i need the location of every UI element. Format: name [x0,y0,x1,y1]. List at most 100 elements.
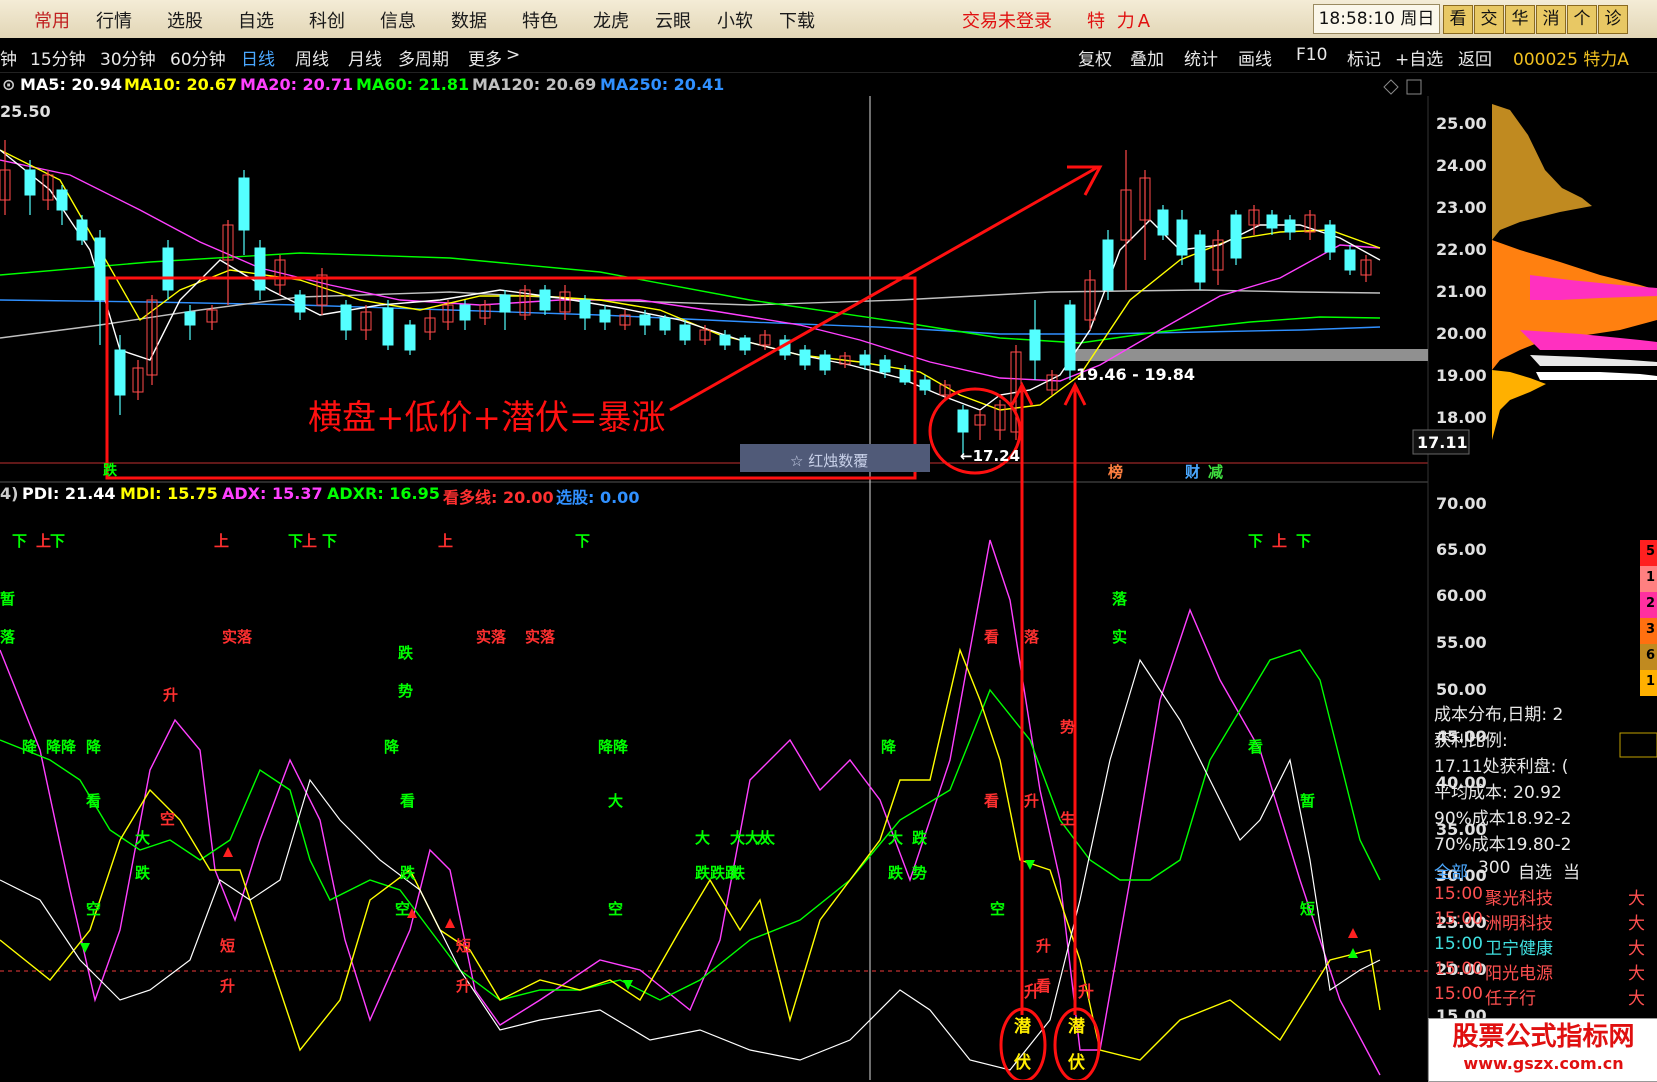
candle-body [639,314,651,326]
candle-body [679,324,691,341]
qianfu-label-1-top: 潜 [1014,1017,1031,1037]
signal-char: 跌 [888,864,904,882]
candle-body [1284,219,1296,233]
price-tick: 21.00 [1436,282,1487,301]
signal-char: 跌 [135,864,151,882]
price-tick: 25.00 [1436,114,1487,133]
signal-char: 降 [384,738,400,756]
signal-char: 降降 [46,738,77,756]
signal-char: 升 [456,977,472,995]
legend-value: 1 [1646,570,1656,585]
signal-char: 下 [50,532,66,550]
signal-char: 跌 [398,644,414,662]
mdi-line [0,649,1381,1001]
candle-body [957,409,969,433]
ma250-label: MA250: 20.41 [600,75,725,94]
stock-name[interactable]: 聚光科技 [1485,884,1553,909]
signal-char: 升 [1024,792,1040,810]
signal-char: 大 [755,829,771,847]
signal-char: 看 [1248,738,1264,756]
signal-char: 下 [1296,532,1312,550]
ma20-line [0,159,1381,382]
qianfu-label-2-top: 潜 [1068,1017,1085,1037]
candle-body [1176,219,1188,256]
signal-char: 大 [888,829,904,847]
xg-label: 选股: 0.00 [556,488,640,507]
stock-flag: 大 [1628,964,1645,984]
candle-body [76,219,88,241]
legend-value: 2 [1646,596,1656,611]
signal-char: 生 [1060,810,1076,828]
signal-char: 升 [163,686,179,704]
signal-char: 大 [135,829,151,847]
bottom-sign: 榜 [1108,463,1124,481]
avg-cost: 平均成本: 20.92 [1434,783,1562,803]
chart-canvas[interactable] [0,0,1657,1080]
signal-char: 看 [400,792,416,810]
bottom-sign: 跌 [103,463,117,479]
tab-zixuan[interactable]: 自选 [1518,858,1552,883]
signal-char: 实 [1112,628,1128,646]
signal-char: 空 [160,810,176,828]
signal-char: 升 [220,977,236,995]
signal-char: 短 [220,937,236,955]
profit-bar-frame [1619,732,1657,758]
signal-char: 下 [322,532,338,550]
signal-char: 升 [1036,937,1052,955]
arrow-up-icon [445,918,455,928]
signal-char: 下 [575,532,591,550]
candle-body [1194,234,1206,283]
candle-body [879,359,891,373]
ma-toggle-icon[interactable]: ⊙ [2,75,15,94]
tab-all[interactable]: 全部 [1434,858,1468,883]
signal-char: 看 [984,792,1000,810]
annotation-text: 横盘+低价+潜伏=暴涨 [308,398,666,438]
watermark: 股票公式指标网 www.gszx.com.cn [1428,1018,1657,1082]
signal-char: 势 [912,864,928,882]
candle-body [382,307,394,346]
ma60-label: MA60: 21.81 [356,75,470,94]
stock-name[interactable]: 任子行 [1485,984,1536,1009]
stock-name[interactable]: 阳光电源 [1485,959,1553,984]
ma5-label: MA5: 20.94 [20,75,123,94]
candle-body [719,334,731,346]
candle-body [579,299,591,319]
candle-body [184,311,196,326]
hint-bar[interactable]: ☆ 红烛数覆 [790,450,868,471]
stock-flag: 大 [1628,939,1645,959]
signal-char: 跌 [730,864,746,882]
top-price-label: 25.50 [0,102,51,121]
signal-char: 暂 [1300,792,1316,810]
pdi-line [0,539,1381,1076]
signal-char: 降 [86,738,102,756]
low-price-label: ←17.24 [960,447,1021,465]
candle-body [1157,209,1169,236]
stock-name[interactable]: 洲明科技 [1485,909,1553,934]
candle-body [1102,239,1114,291]
candle-body [919,379,931,391]
cost-90: 90%成本18.92-2 [1434,809,1572,829]
signal-char: 暂 [0,590,16,608]
stock-time: 15:00 [1434,934,1483,954]
price-tick: 23.00 [1436,198,1487,217]
kdx-label: 看多线: 20.00 [443,488,554,507]
tab-dang[interactable]: 当 [1563,858,1580,883]
signal-char: 下 [288,532,304,550]
candle-body [819,354,831,371]
diamond-icon [1383,79,1399,95]
signal-char: 跌 [400,864,416,882]
signal-char: 空 [608,900,624,918]
signal-char: 空 [990,900,1006,918]
candle-body [1029,329,1041,361]
signal-char: 降降 [598,738,629,756]
indicator-period: 4) [0,484,19,503]
signal-char: 落 [0,628,16,646]
mdi-label: MDI: 15.75 [120,484,218,503]
signal-char: 势 [1060,718,1076,736]
price-tick: 18.00 [1436,408,1487,427]
stock-name[interactable]: 卫宁健康 [1485,934,1553,959]
signal-char: 上 [438,532,454,550]
tab-300[interactable]: 300 [1478,858,1510,878]
profit-ratio: 获利比例: [1434,731,1508,751]
signal-char: 下 [1248,532,1264,550]
